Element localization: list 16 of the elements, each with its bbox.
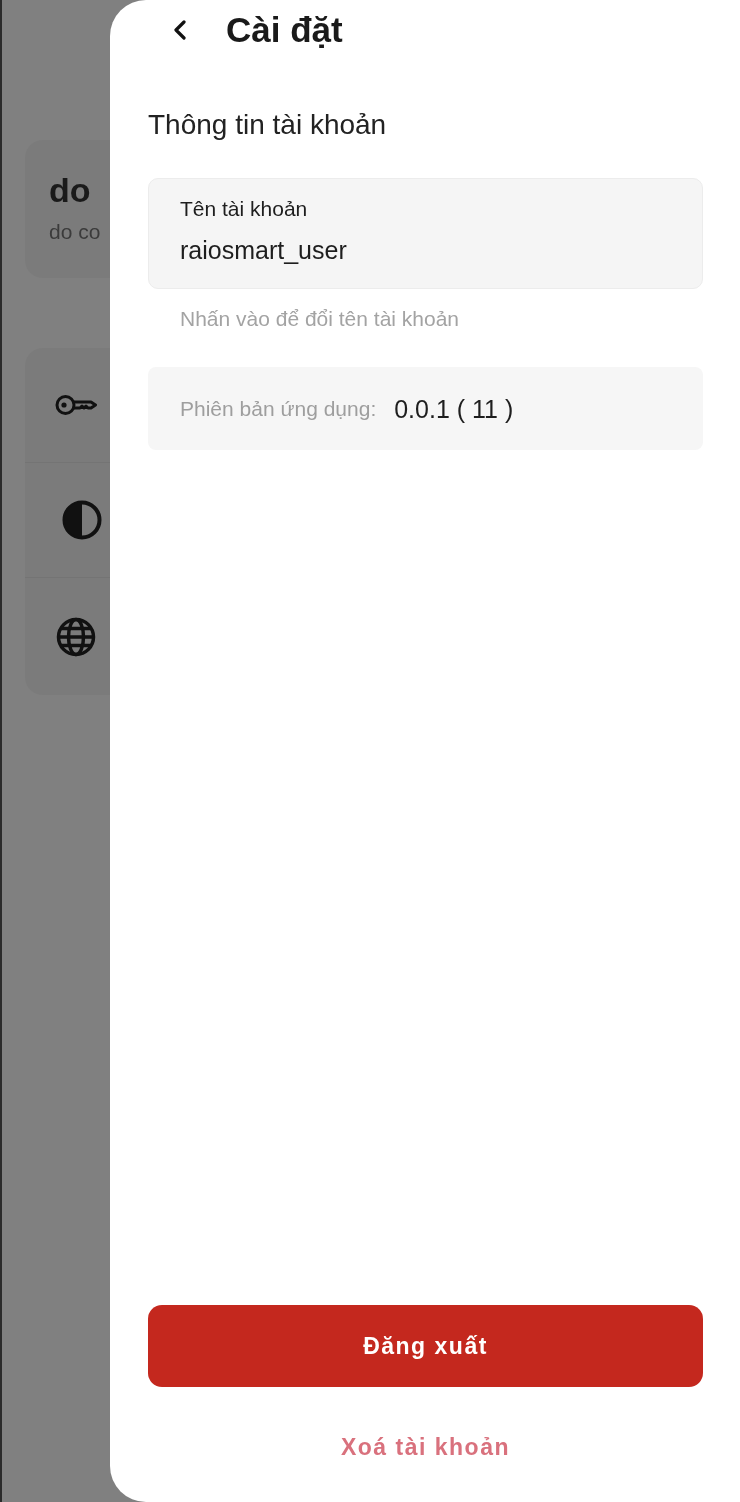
account-name-field[interactable]: Tên tài khoản raiosmart_user [148,178,703,289]
version-label: Phiên bản ứng dụng: [180,395,377,422]
chevron-left-icon [173,20,187,40]
version-value: 0.0.1 ( 11 ) [394,393,514,424]
key-icon [55,393,97,417]
hint-text: Nhấn vào để đổi tên tài khoản [180,306,460,332]
contrast-icon [62,500,102,540]
profile-name: do [49,170,92,211]
logout-button[interactable]: Đăng xuất [148,1305,703,1387]
profile-subtitle: do co [49,219,102,245]
account-name-value: raiosmart_user [180,235,347,265]
field-label: Tên tài khoản [180,196,308,222]
section-title: Thông tin tài khoản [148,108,387,142]
globe-icon [56,616,96,657]
delete-account-link[interactable]: Xoá tài khoản [340,1432,510,1462]
page-title: Cài đặt [226,9,343,51]
